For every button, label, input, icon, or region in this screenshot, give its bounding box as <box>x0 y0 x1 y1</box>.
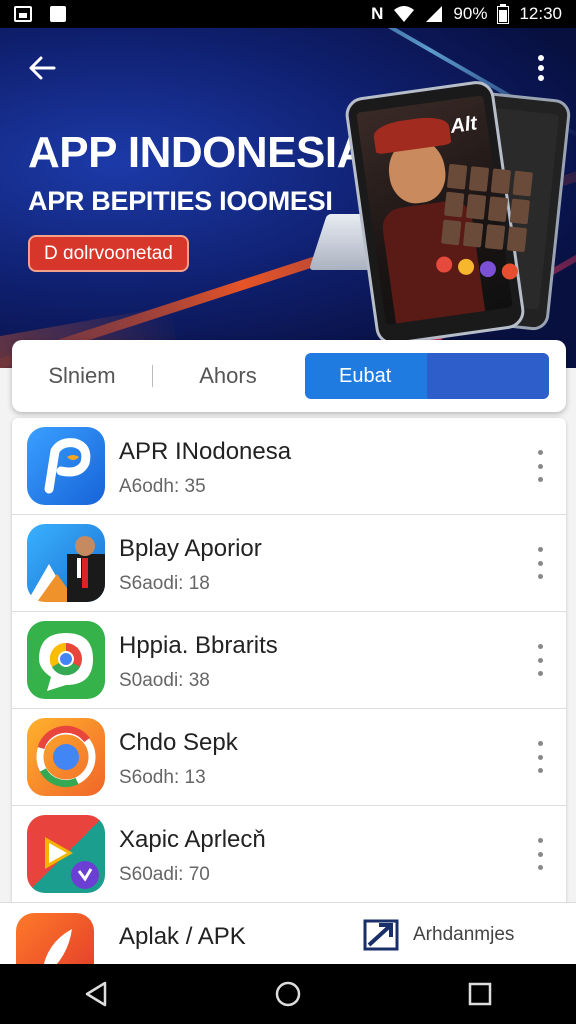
notification-icon <box>50 6 66 22</box>
hero-title: APP INDONESIA <box>28 128 368 177</box>
nav-home-button[interactable] <box>258 964 318 1024</box>
recents-square-icon <box>468 982 492 1006</box>
bottom-app-title: Aplak / APK <box>119 923 246 950</box>
app-title: Hppia. Bbrarits <box>119 632 278 659</box>
hero-banner: APP INDONESIA APR BEPITIES IOOMESI D ɑol… <box>0 28 576 368</box>
item-menu-button[interactable] <box>528 739 552 775</box>
app-subtitle: S0aodi: 38 <box>119 670 210 691</box>
list-item[interactable]: Chdo Sepk S6odh: 13 <box>12 709 566 806</box>
app-subtitle: S6aodi: 18 <box>119 573 210 594</box>
app-subtitle: S6odh: 13 <box>119 767 206 788</box>
app-screen: N 90% 12:30 APP INDONESIA APR BEPITIES I… <box>0 0 576 1024</box>
nfc-icon: N <box>371 4 384 23</box>
chrome-bubble-icon <box>27 621 105 699</box>
hero-subtitle: APR BEPITIES IOOMESI <box>28 186 333 216</box>
app-subtitle: S60adi: 70 <box>119 864 210 885</box>
tab-slniem[interactable]: Slniem <box>12 340 152 412</box>
gallery-icon <box>14 6 32 22</box>
more-vert-icon <box>538 55 544 81</box>
overflow-menu-button[interactable] <box>524 48 558 88</box>
bottom-action-button[interactable]: Arhdanmjes <box>363 919 514 951</box>
device-logo: Alt <box>448 112 479 138</box>
nav-recents-button[interactable] <box>450 964 510 1024</box>
back-triangle-icon <box>85 981 107 1007</box>
media-tiles <box>441 163 533 253</box>
system-nav-bar <box>0 964 576 1024</box>
back-button[interactable] <box>22 48 62 88</box>
app-title: Bplay Aporior <box>119 535 262 562</box>
battery-icon <box>497 4 510 24</box>
tab-eubat[interactable]: Eubat <box>305 353 549 399</box>
chrome-ring-icon <box>27 718 105 796</box>
tab-ahors[interactable]: Ahors <box>153 340 303 412</box>
arrow-left-icon <box>29 56 56 80</box>
bottom-action-label: Arhdanmjes <box>413 924 515 945</box>
app-title: APR INodonesa <box>119 438 292 465</box>
battery-percent: 90% <box>453 4 488 23</box>
export-icon <box>363 919 399 951</box>
app-person-icon <box>27 524 105 602</box>
app-list: APR INodonesa A6odh: 35 Bplay Aporior S6… <box>12 418 566 903</box>
download-badge-button[interactable]: D ɑolrvoonetad <box>28 235 189 272</box>
tab-bar: Slniem Ahors Eubat <box>12 340 566 412</box>
status-bar: N 90% 12:30 <box>0 0 576 28</box>
item-menu-button[interactable] <box>528 545 552 581</box>
clock: 12:30 <box>519 4 562 23</box>
bottom-action-bar: Aplak / APK Arhdanmjes <box>0 902 576 991</box>
item-menu-button[interactable] <box>528 642 552 678</box>
list-item[interactable]: Xapic Aprlecň S60adi: 70 <box>12 806 566 903</box>
app-title: Xapic Aprlecň <box>119 826 266 853</box>
home-circle-icon <box>275 981 301 1007</box>
wifi-icon <box>394 6 415 22</box>
item-menu-button[interactable] <box>528 448 552 484</box>
list-item[interactable]: Bplay Aporior S6aodi: 18 <box>12 515 566 612</box>
app-p-icon <box>27 427 105 505</box>
nav-back-button[interactable] <box>66 964 126 1024</box>
app-subtitle: A6odh: 35 <box>119 476 206 497</box>
play-arrow-icon <box>27 815 105 893</box>
app-title: Chdo Sepk <box>119 729 238 756</box>
list-item[interactable]: Hppia. Bbrarits S0aodi: 38 <box>12 612 566 709</box>
item-menu-button[interactable] <box>528 836 552 872</box>
signal-icon <box>426 6 443 22</box>
list-item[interactable]: APR INodonesa A6odh: 35 <box>12 418 566 515</box>
